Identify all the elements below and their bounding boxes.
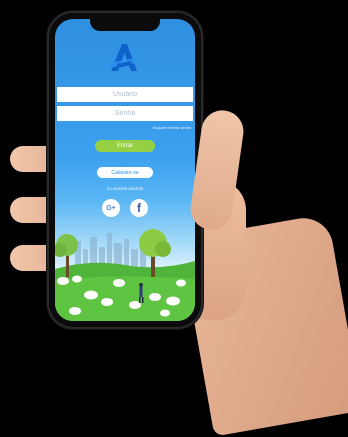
enter-button[interactable]: Entrar (95, 140, 155, 152)
facebook-icon[interactable]: f (130, 199, 148, 217)
landscape-illustration (55, 229, 195, 321)
phone-device: Esqueci minha senha Entrar Cadastre-se o… (49, 13, 201, 327)
phone-notch (90, 19, 160, 31)
google-plus-icon[interactable]: G+ (102, 199, 120, 217)
password-field[interactable] (57, 106, 193, 121)
city-skyline (75, 233, 146, 267)
register-button[interactable]: Cadastre-se (97, 167, 153, 178)
phone-screen: Esqueci minha senha Entrar Cadastre-se o… (55, 19, 195, 321)
username-field[interactable] (57, 87, 193, 102)
app-logo-icon (109, 44, 137, 71)
forgot-password-link[interactable]: Esqueci minha senha (153, 125, 191, 130)
or-access-label: ou acesse usando (106, 186, 144, 191)
